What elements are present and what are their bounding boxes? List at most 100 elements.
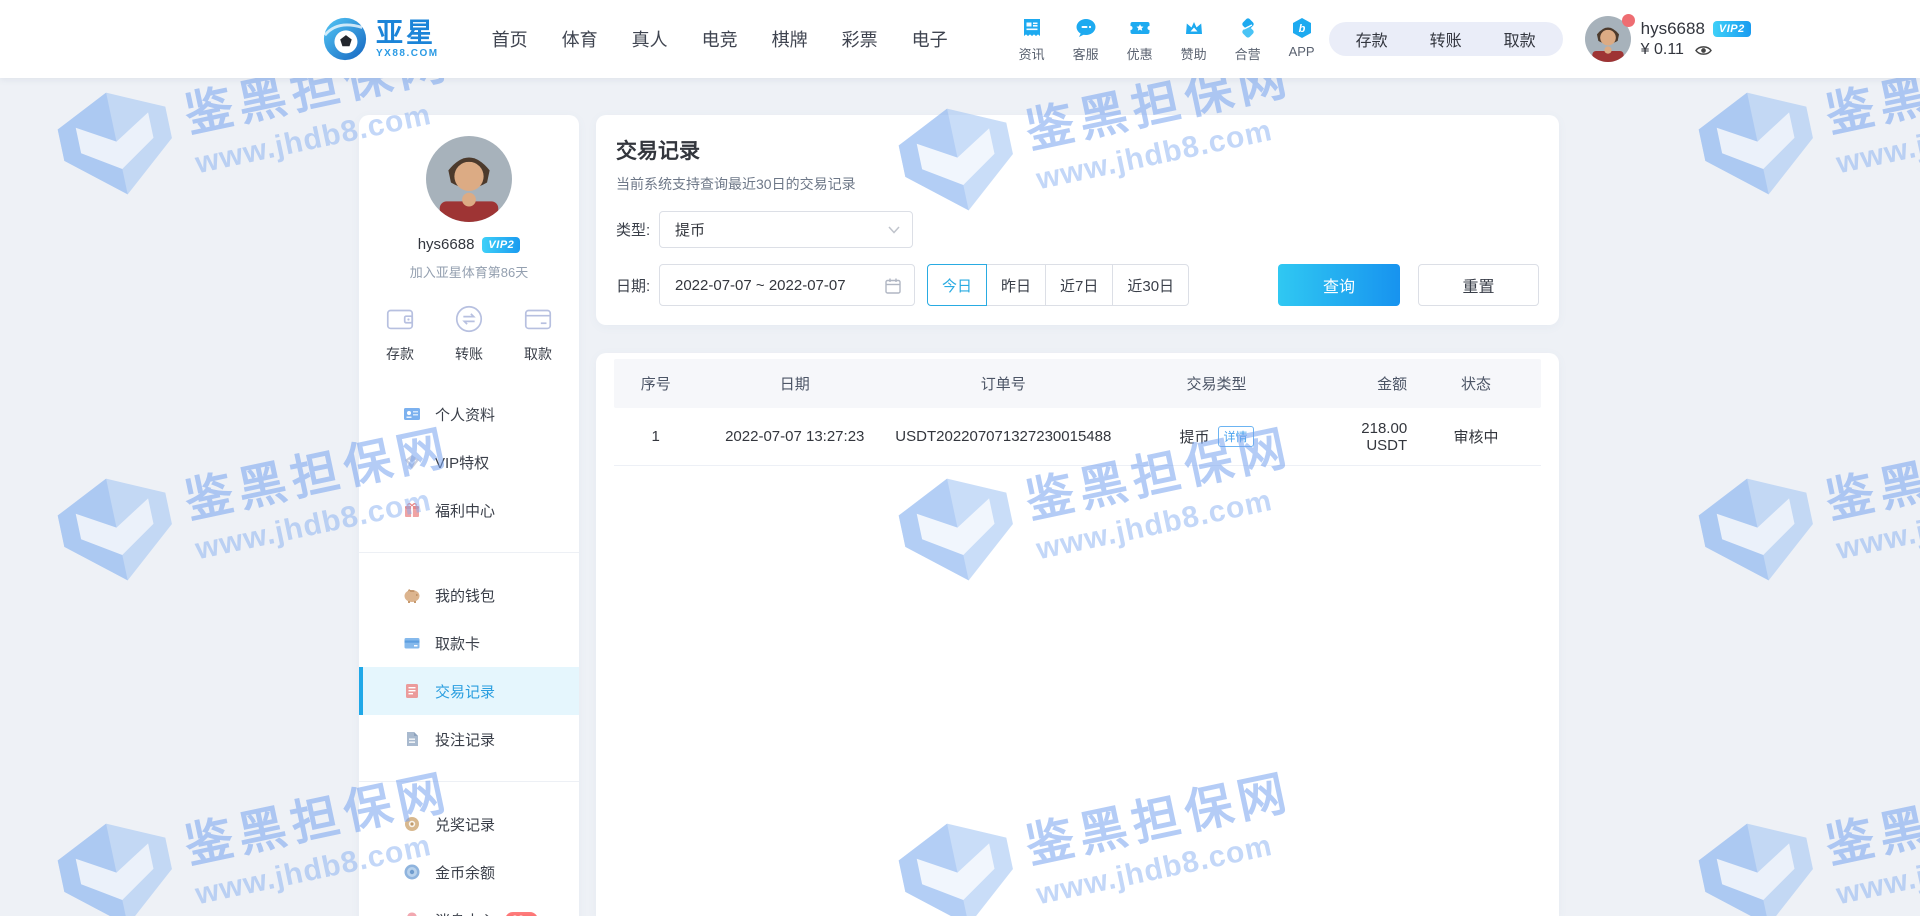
calendar-icon (884, 277, 902, 295)
logo-domain: YX88.COM (376, 49, 439, 59)
notification-dot (1622, 14, 1635, 27)
quick-action-deposit[interactable]: 存款 (372, 303, 428, 364)
watermark-url: www.jhdb8.com (1833, 92, 1920, 181)
user-avatar[interactable] (1585, 16, 1631, 62)
records-table-panel: 序号 日期 订单号 交易类型 金额 状态 1 2022-07-07 13:27:… (596, 353, 1559, 916)
range-7days-button[interactable]: 近7日 (1045, 264, 1113, 306)
nav-item-live-casino[interactable]: 真人 (620, 26, 680, 52)
quick-action-transfer[interactable]: 转账 (441, 303, 497, 364)
nav-item-home[interactable]: 首页 (480, 26, 540, 52)
quicklink-label: 赞助 (1181, 44, 1207, 63)
toggle-balance-eye-icon[interactable] (1694, 43, 1713, 58)
quicklink-sponsor[interactable]: 赞助 (1167, 16, 1221, 63)
quicklink-label: 优惠 (1127, 44, 1153, 63)
header-username: hys6688 (1641, 19, 1705, 39)
quicklink-support[interactable]: 客服 (1059, 16, 1113, 63)
sidebar-menu: 个人资料 VIP特权 福利中心 (359, 390, 579, 916)
coin-balance-icon (403, 863, 421, 881)
sidebar-item-label: 金币余额 (435, 862, 495, 883)
sidebar-item-label: 交易记录 (435, 681, 495, 702)
nav-item-slots[interactable]: 电子 (900, 26, 960, 52)
quicklink-promotions[interactable]: 优惠 (1113, 16, 1167, 63)
cell-order-no: USDT202207071327230015488 (892, 428, 1114, 445)
date-range-input[interactable]: 2022-07-07 ~ 2022-07-07 (659, 264, 915, 306)
sidebar-item-label: 我的钱包 (435, 585, 495, 606)
nav-item-esports[interactable]: 电竞 (690, 26, 750, 52)
watermark: 鉴黑担保网www.jhdb8.com (1689, 407, 1920, 594)
date-filter-label: 日期: (616, 275, 659, 296)
support-chat-icon (1074, 16, 1098, 40)
sidebar-item-coin-balance[interactable]: 金币余额 (359, 848, 579, 896)
profile-card-icon (403, 405, 421, 423)
logo-text: 亚星 YX88.COM (376, 20, 439, 59)
sidebar-item-profile[interactable]: 个人资料 (359, 390, 579, 438)
date-range-value: 2022-07-07 ~ 2022-07-07 (675, 277, 846, 294)
sidebar-item-label: 投注记录 (435, 729, 495, 750)
column-header-seq: 序号 (614, 373, 697, 394)
sidebar-item-label: 兑奖记录 (435, 814, 495, 835)
profile-avatar[interactable] (426, 136, 512, 222)
range-yesterday-button[interactable]: 昨日 (986, 264, 1046, 306)
app-hexagon-icon: b (1290, 16, 1314, 40)
sidebar-item-welfare-center[interactable]: 福利中心 (359, 486, 579, 534)
column-header-order-no: 订单号 (892, 373, 1114, 394)
pill-transfer[interactable]: 转账 (1430, 27, 1462, 51)
jhdb8-watermark-logo (1689, 80, 1826, 208)
sidebar-quick-actions: 存款 转账 取款 (359, 303, 579, 364)
jhdb8-watermark-logo (1689, 811, 1826, 916)
sponsor-crown-icon (1182, 16, 1206, 40)
detail-tag-button[interactable]: 详情 (1218, 426, 1254, 447)
sidebar-item-redeem-records[interactable]: 兑奖记录 (359, 800, 579, 848)
jhdb8-watermark-logo (48, 80, 185, 208)
jhdb8-watermark-logo (48, 811, 185, 916)
svg-text:b: b (1298, 23, 1305, 35)
balance-amount: ¥ 0.11 (1641, 41, 1684, 59)
sidebar-item-transaction-records[interactable]: 交易记录 (359, 667, 579, 715)
sidebar-item-label: 个人资料 (435, 404, 495, 425)
column-header-status: 状态 (1411, 373, 1541, 394)
sidebar-item-vip-privilege[interactable]: VIP特权 (359, 438, 579, 486)
quick-action-withdraw[interactable]: 取款 (510, 303, 566, 364)
promo-ticket-icon (1128, 16, 1152, 40)
type-select[interactable]: 提币 (659, 211, 913, 248)
chevron-down-icon (888, 226, 900, 234)
logo-brand: 亚星 (376, 20, 439, 47)
column-header-date: 日期 (697, 373, 892, 394)
cell-type: 提币 详情 (1115, 426, 1319, 447)
sidebar-item-withdraw-card[interactable]: 取款卡 (359, 619, 579, 667)
date-range-group: 今日 昨日 近7日 近30日 (927, 264, 1189, 306)
deposit-wallet-icon (384, 303, 416, 335)
cell-seq: 1 (614, 428, 697, 445)
bank-card-icon (403, 634, 421, 652)
pill-deposit[interactable]: 存款 (1356, 27, 1388, 51)
column-header-amount: 金额 (1318, 373, 1411, 394)
transfer-icon (453, 303, 485, 335)
quicklink-app[interactable]: b APP (1275, 16, 1329, 63)
joined-days-text: 加入亚星体育第86天 (359, 262, 579, 281)
quicklink-news[interactable]: 资讯 (1005, 16, 1059, 63)
quicklink-partner[interactable]: 合营 (1221, 16, 1275, 63)
site-logo[interactable]: 亚星 YX88.COM (322, 16, 439, 62)
jhdb8-watermark-logo (1689, 466, 1826, 594)
range-30days-button[interactable]: 近30日 (1112, 264, 1189, 306)
range-today-button[interactable]: 今日 (927, 264, 987, 306)
cell-date: 2022-07-07 13:27:23 (697, 428, 892, 445)
withdraw-card-icon (522, 303, 554, 335)
sidebar-item-message-center[interactable]: 消息中心 99+ (359, 896, 579, 916)
quicklink-label: 资讯 (1019, 44, 1045, 63)
watermark-url: www.jhdb8.com (1833, 823, 1920, 912)
search-button[interactable]: 查询 (1278, 264, 1400, 306)
pill-withdraw[interactable]: 取款 (1504, 27, 1536, 51)
sidebar-item-my-wallet[interactable]: 我的钱包 (359, 571, 579, 619)
sidebar-item-bet-records[interactable]: 投注记录 (359, 715, 579, 763)
nav-item-chess[interactable]: 棋牌 (760, 26, 820, 52)
nav-item-sports[interactable]: 体育 (550, 26, 610, 52)
transaction-doc-icon (403, 682, 421, 700)
page-title: 交易记录 (616, 135, 1539, 165)
nav-item-lottery[interactable]: 彩票 (830, 26, 890, 52)
menu-divider (359, 781, 579, 782)
redeem-record-icon (403, 815, 421, 833)
vip-privilege-icon (403, 453, 421, 471)
reset-button[interactable]: 重置 (1418, 264, 1539, 306)
profile-sidebar: hys6688 VIP2 加入亚星体育第86天 存款 转账 (359, 115, 579, 916)
